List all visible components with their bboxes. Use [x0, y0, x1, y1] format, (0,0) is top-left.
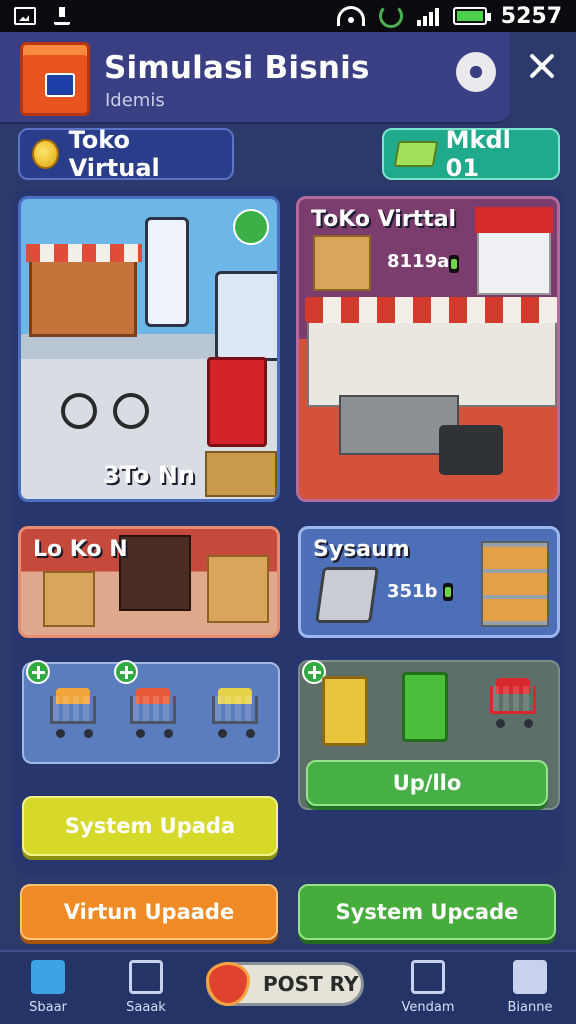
card-price: 351b	[387, 581, 438, 602]
cash-register-illustration	[439, 425, 503, 475]
atm-illustration	[207, 357, 267, 447]
grid-icon	[513, 960, 547, 994]
store-cube-icon	[31, 960, 65, 994]
box-illustration	[207, 555, 269, 623]
nav-label: Bianne	[507, 1000, 553, 1015]
app-header: Simulasi Bisnis Idemis	[0, 32, 510, 124]
tablet-illustration	[215, 271, 277, 361]
add-cart-icon[interactable]	[114, 660, 138, 684]
phone-illustration	[145, 217, 189, 327]
business-card-store[interactable]: ToKo Virttal 8119a	[296, 196, 560, 502]
shopping-cart-icon[interactable]	[486, 676, 542, 728]
home-icon	[129, 960, 163, 994]
produce-crate-illustration	[119, 535, 191, 611]
shop-illustration	[26, 244, 142, 337]
business-card-system[interactable]: Sysaum 351b	[298, 526, 560, 638]
business-card-warehouse[interactable]: Lo Ko N	[18, 526, 280, 638]
coin-icon	[32, 139, 59, 169]
status-indicator-icon	[449, 255, 459, 273]
nav-label: Sbaar	[29, 1000, 67, 1015]
nav-item-store[interactable]: Sbaar	[8, 960, 88, 1022]
product-card-icon[interactable]	[322, 676, 368, 746]
cash-icon	[393, 141, 438, 167]
app-logo-icon	[20, 42, 90, 116]
card-price: 8119a	[387, 251, 450, 272]
store-building-illustration	[475, 207, 553, 295]
update-button[interactable]: Up/llo	[306, 760, 548, 806]
payment-terminal-illustration	[315, 567, 379, 623]
settings-gear-icon[interactable]	[456, 52, 496, 92]
business-card-city[interactable]: 3To Nn	[18, 196, 280, 502]
nav-item-home[interactable]: Saaak	[106, 960, 186, 1022]
product-box-icon[interactable]	[402, 672, 448, 742]
system-upgrade-button[interactable]: System Upcade	[298, 884, 556, 940]
nav-label: Vendam	[401, 1000, 455, 1015]
wifi-icon	[336, 6, 365, 26]
nav-item-plan[interactable]: Bianne	[490, 960, 570, 1022]
status-indicator-icon	[443, 583, 453, 601]
image-notification-icon	[14, 7, 36, 25]
nav-label: Saaak	[126, 1000, 166, 1015]
card-title: Lo Ko N	[33, 537, 128, 562]
card-title: ToKo Virttal	[311, 207, 457, 232]
box-illustration	[43, 571, 95, 627]
add-cart-icon[interactable]	[26, 660, 50, 684]
check-badge-icon	[233, 209, 269, 245]
cart-row-left	[22, 660, 280, 764]
toko-virtual-label: Toko Virtual	[68, 126, 160, 182]
money-label: Mkdl 01	[445, 126, 511, 182]
toko-virtual-chip[interactable]: Toko Virtual	[18, 126, 234, 182]
app-subtitle: Idemis	[105, 90, 165, 111]
close-icon[interactable]	[526, 50, 558, 82]
goods-rack-illustration	[481, 541, 549, 627]
money-chip[interactable]: Mkdl 01	[382, 126, 560, 182]
sync-icon	[378, 4, 403, 28]
battery-icon	[452, 7, 491, 25]
status-time: 5257	[500, 3, 562, 29]
status-bar: 5257	[0, 0, 576, 32]
signal-icon	[416, 6, 439, 26]
nav-item-vendor[interactable]: Vendam	[388, 960, 468, 1022]
shopping-cart-icon[interactable]	[126, 686, 182, 738]
market-stall-illustration	[305, 297, 557, 407]
virtual-update-button[interactable]: Virtun Upaade	[20, 884, 278, 940]
shopping-cart-icon[interactable]	[208, 686, 264, 738]
system-update-button[interactable]: System Upada	[22, 796, 278, 856]
post-label: POST RY	[263, 972, 359, 996]
bicycle-illustration	[61, 349, 149, 429]
app-title: Simulasi Bisnis	[104, 50, 370, 86]
download-notification-icon	[54, 7, 70, 25]
card-title: 3To Nn	[103, 461, 195, 489]
shopping-cart-icon[interactable]	[46, 686, 102, 738]
cart-icon	[411, 960, 445, 994]
card-title: Sysaum	[313, 537, 410, 562]
box-illustration	[313, 235, 371, 291]
